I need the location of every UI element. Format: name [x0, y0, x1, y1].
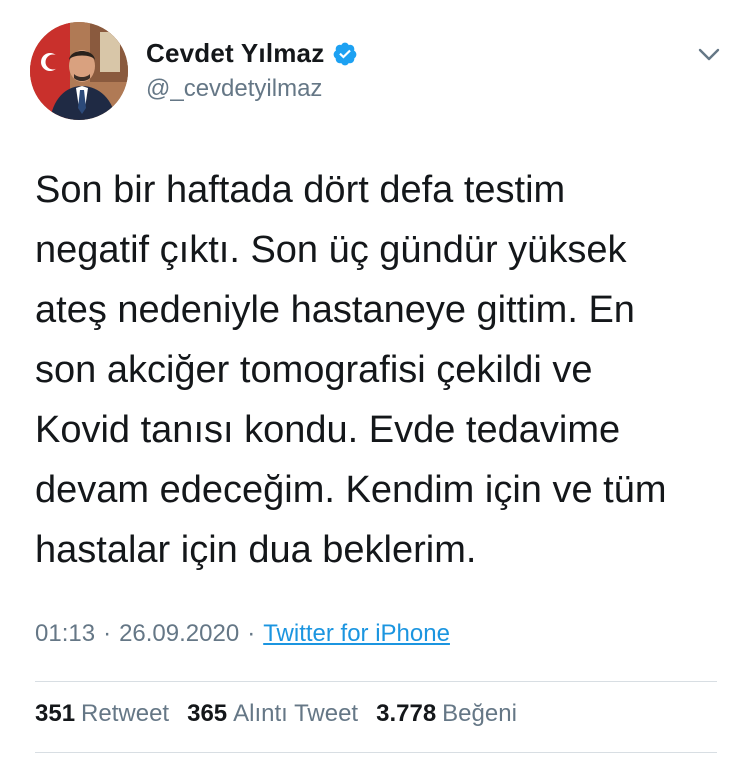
verified-badge-icon [334, 42, 357, 65]
tweet-meta: 01:13 · 26.09.2020 · Twitter for iPhone [35, 620, 450, 648]
tweet-text: Son bir haftada dört defa testim negatif… [35, 169, 667, 571]
author-name-row[interactable]: Cevdet Yılmaz [146, 38, 358, 69]
likes-label: Beğeni [442, 700, 517, 727]
tweet-stats: 351 Retweet 365 Alıntı Tweet 3.778 Beğeni [35, 700, 535, 728]
tweet-source-link[interactable]: Twitter for iPhone [263, 620, 450, 647]
likes-stat[interactable]: 3.778 Beğeni [376, 700, 517, 728]
author-display-name[interactable]: Cevdet Yılmaz [146, 38, 324, 69]
retweets-label: Retweet [81, 700, 170, 727]
divider [35, 681, 717, 682]
quotes-stat[interactable]: 365 Alıntı Tweet [187, 700, 358, 728]
tweet-card: Cevdet Yılmaz @_cevdetyilmaz Son bir haf… [0, 0, 749, 770]
tweet-time[interactable]: 01:13 [35, 620, 95, 647]
meta-separator: · [247, 620, 256, 647]
meta-separator: · [103, 620, 112, 647]
chevron-down-icon[interactable] [695, 40, 723, 68]
likes-count: 3.778 [376, 700, 437, 727]
retweets-stat[interactable]: 351 Retweet [35, 700, 169, 728]
avatar[interactable] [30, 22, 128, 120]
avatar-image [30, 22, 128, 120]
retweets-count: 351 [35, 700, 76, 727]
author-handle[interactable]: @_cevdetyilmaz [146, 75, 322, 103]
divider [35, 752, 717, 753]
quotes-count: 365 [187, 700, 228, 727]
tweet-date[interactable]: 26.09.2020 [119, 620, 239, 647]
quotes-label: Alıntı Tweet [233, 700, 359, 727]
